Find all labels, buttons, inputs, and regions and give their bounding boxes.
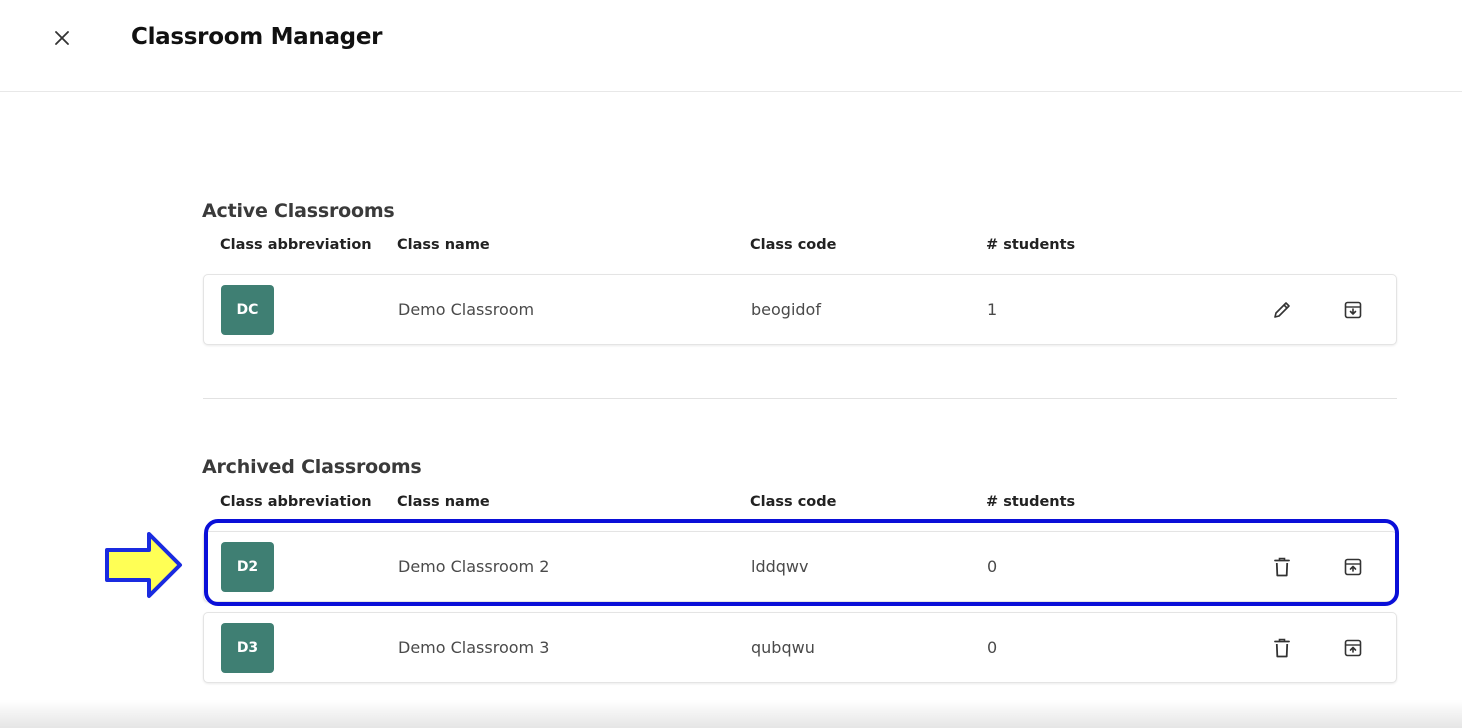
col-header-abbreviation: Class abbreviation xyxy=(220,237,372,253)
active-classrooms-title: Active Classrooms xyxy=(202,200,395,222)
bottom-shadow xyxy=(0,700,1462,728)
unarchive-icon xyxy=(1344,639,1362,657)
class-name: Demo Classroom 2 xyxy=(398,557,550,576)
archived-classroom-row[interactable]: D2 Demo Classroom 2 lddqwv 0 xyxy=(203,531,1397,602)
delete-button[interactable] xyxy=(1269,635,1295,661)
trash-icon xyxy=(1274,638,1290,658)
unarchive-button[interactable] xyxy=(1340,554,1366,580)
archive-icon xyxy=(1344,301,1362,319)
student-count: 0 xyxy=(987,557,998,576)
header-bar: Classroom Manager xyxy=(0,0,1462,92)
class-abbreviation-badge: DC xyxy=(221,285,274,335)
col-header-students: # students xyxy=(986,494,1076,510)
class-abbreviation-badge: D2 xyxy=(221,542,274,592)
class-name: Demo Classroom xyxy=(398,300,535,319)
student-count: 1 xyxy=(987,300,998,319)
archived-classrooms-title: Archived Classrooms xyxy=(202,456,422,478)
col-header-name: Class name xyxy=(397,494,490,510)
student-count: 0 xyxy=(987,638,998,657)
delete-button[interactable] xyxy=(1269,554,1295,580)
col-header-students: # students xyxy=(986,237,1076,253)
pointer-arrow-icon xyxy=(104,530,184,605)
class-abbreviation-badge: D3 xyxy=(221,623,274,673)
col-header-code: Class code xyxy=(750,237,837,253)
close-icon xyxy=(55,31,69,45)
close-button[interactable] xyxy=(50,26,74,50)
active-classroom-row[interactable]: DC Demo Classroom beogidof 1 xyxy=(203,274,1397,345)
col-header-code: Class code xyxy=(750,494,837,510)
unarchive-icon xyxy=(1344,558,1362,576)
page-title: Classroom Manager xyxy=(131,24,383,50)
col-header-name: Class name xyxy=(397,237,490,253)
trash-icon xyxy=(1274,557,1290,577)
class-code: beogidof xyxy=(751,300,821,319)
archived-classroom-row[interactable]: D3 Demo Classroom 3 qubqwu 0 xyxy=(203,612,1397,683)
section-divider xyxy=(203,398,1397,399)
col-header-abbreviation: Class abbreviation xyxy=(220,494,372,510)
archive-button[interactable] xyxy=(1340,297,1366,323)
class-code: qubqwu xyxy=(751,638,815,657)
class-name: Demo Classroom 3 xyxy=(398,638,550,657)
unarchive-button[interactable] xyxy=(1340,635,1366,661)
edit-button[interactable] xyxy=(1269,297,1295,323)
pencil-icon xyxy=(1274,302,1290,318)
class-code: lddqwv xyxy=(751,557,809,576)
